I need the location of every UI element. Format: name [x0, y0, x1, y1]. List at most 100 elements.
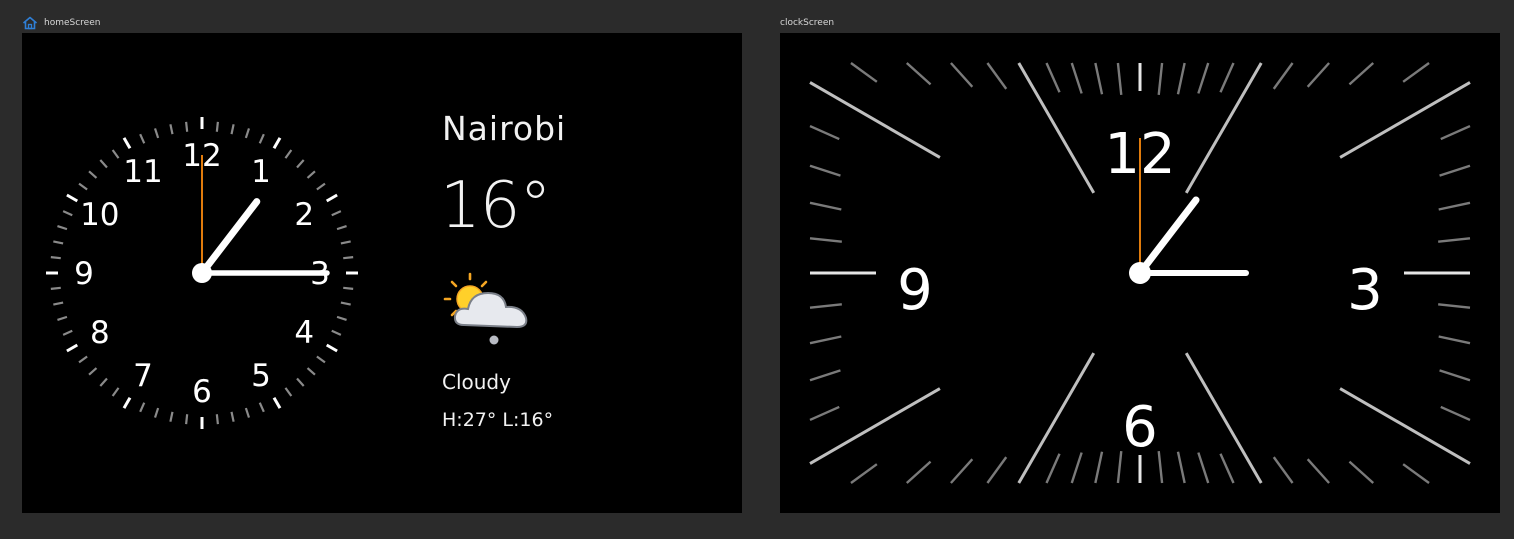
hour-tick	[122, 137, 132, 150]
minute-tick	[340, 301, 351, 306]
city-name: Nairobi	[442, 109, 567, 148]
hour-tick	[1339, 81, 1471, 159]
minute-tick	[950, 62, 974, 88]
clock-center	[1129, 262, 1151, 284]
minute-tick	[306, 170, 316, 179]
weather-condition: Cloudy	[442, 370, 511, 394]
minute-tick	[809, 335, 842, 345]
minute-tick	[986, 62, 1008, 90]
minute-tick	[244, 128, 251, 139]
minute-tick	[1094, 451, 1104, 484]
minute-tick	[99, 377, 108, 387]
minute-tick	[850, 463, 878, 484]
minute-tick	[1219, 453, 1235, 484]
minute-tick	[336, 315, 347, 322]
minute-tick	[1157, 451, 1164, 484]
minute-tick	[1045, 62, 1061, 93]
minute-tick	[185, 414, 189, 425]
minute-tick	[258, 133, 265, 144]
minute-tick	[230, 411, 235, 422]
clock-screen-label[interactable]: clockScreen	[780, 15, 834, 31]
minute-tick	[1070, 62, 1083, 94]
minute-tick	[1438, 335, 1471, 345]
minute-tick	[986, 456, 1008, 484]
minute-tick	[1438, 303, 1471, 309]
minute-tick	[153, 128, 160, 139]
hour-hand	[1136, 196, 1200, 277]
minute-tick	[950, 458, 974, 484]
minute-tick	[1440, 405, 1471, 422]
minute-tick	[1176, 451, 1186, 484]
minute-tick	[905, 62, 932, 86]
minute-tick	[139, 402, 146, 413]
minute-tick	[1176, 62, 1186, 95]
minute-tick	[343, 256, 354, 260]
minute-tick	[809, 124, 840, 141]
minute-tick	[50, 256, 61, 260]
minute-tick	[1306, 458, 1330, 484]
clock-number: 9	[74, 256, 94, 292]
minute-tick	[1197, 62, 1210, 94]
minute-tick	[284, 149, 293, 159]
minute-tick	[50, 286, 61, 290]
minute-tick	[1402, 62, 1430, 83]
hour-tick	[1339, 387, 1471, 465]
minute-tick	[169, 124, 174, 135]
clock-number: 9	[897, 258, 933, 323]
minute-tick	[62, 329, 73, 336]
minute-tick	[1306, 62, 1330, 88]
minute-tick	[230, 124, 235, 135]
minute-tick	[284, 387, 293, 397]
clock-number: 4	[294, 315, 314, 351]
hour-hand	[198, 198, 261, 277]
partly-cloudy-icon	[443, 272, 528, 345]
minute-tick	[809, 164, 841, 177]
minute-tick	[111, 387, 120, 397]
minute-tick	[215, 414, 219, 425]
minute-tick	[809, 201, 842, 211]
minute-tick	[139, 133, 146, 144]
minute-tick	[258, 402, 265, 413]
clock-number: 6	[1122, 395, 1158, 460]
home-screen-label[interactable]: homeScreen	[22, 15, 100, 31]
minute-tick	[296, 159, 305, 169]
minute-tick	[316, 182, 326, 191]
minute-tick	[1157, 62, 1164, 95]
minute-tick	[336, 224, 347, 231]
minute-tick	[850, 62, 878, 83]
minute-tick	[905, 460, 932, 484]
home-icon	[22, 16, 38, 30]
minute-tick	[1116, 62, 1123, 95]
minute-tick	[809, 405, 840, 422]
minute-tick	[343, 286, 354, 290]
minute-tick	[53, 301, 64, 306]
minute-tick	[111, 149, 120, 159]
minute-tick	[244, 407, 251, 418]
minute-tick	[1439, 164, 1471, 177]
home-screen[interactable]: 121234567891011 Nairobi 16° Cloudy H:27°…	[22, 33, 742, 513]
hour-tick	[66, 343, 79, 353]
minute-tick	[78, 182, 88, 191]
hour-tick	[809, 387, 941, 465]
minute-tick	[1438, 201, 1471, 211]
minute-tick	[1348, 460, 1375, 484]
large-analog-clock: 12369	[809, 62, 1471, 484]
minute-tick	[62, 210, 73, 217]
minute-tick	[1197, 452, 1210, 484]
clock-number: 3	[1347, 258, 1383, 323]
minute-tick	[1439, 369, 1471, 382]
hour-tick	[809, 81, 941, 159]
minute-tick	[1070, 452, 1083, 484]
minute-tick	[169, 411, 174, 422]
clock-screen-title: clockScreen	[780, 18, 835, 28]
minute-tick	[1272, 62, 1294, 90]
minute-tick	[99, 159, 108, 169]
minute-tick	[306, 367, 316, 376]
clock-number: 10	[80, 197, 119, 233]
minute-tick	[153, 407, 160, 418]
minute-tick	[215, 121, 219, 132]
clock-screen[interactable]: 12 3 6 9	[780, 33, 1500, 513]
minute-tick	[78, 355, 88, 364]
hour-tick	[325, 343, 338, 353]
clock-number: 5	[251, 358, 271, 394]
